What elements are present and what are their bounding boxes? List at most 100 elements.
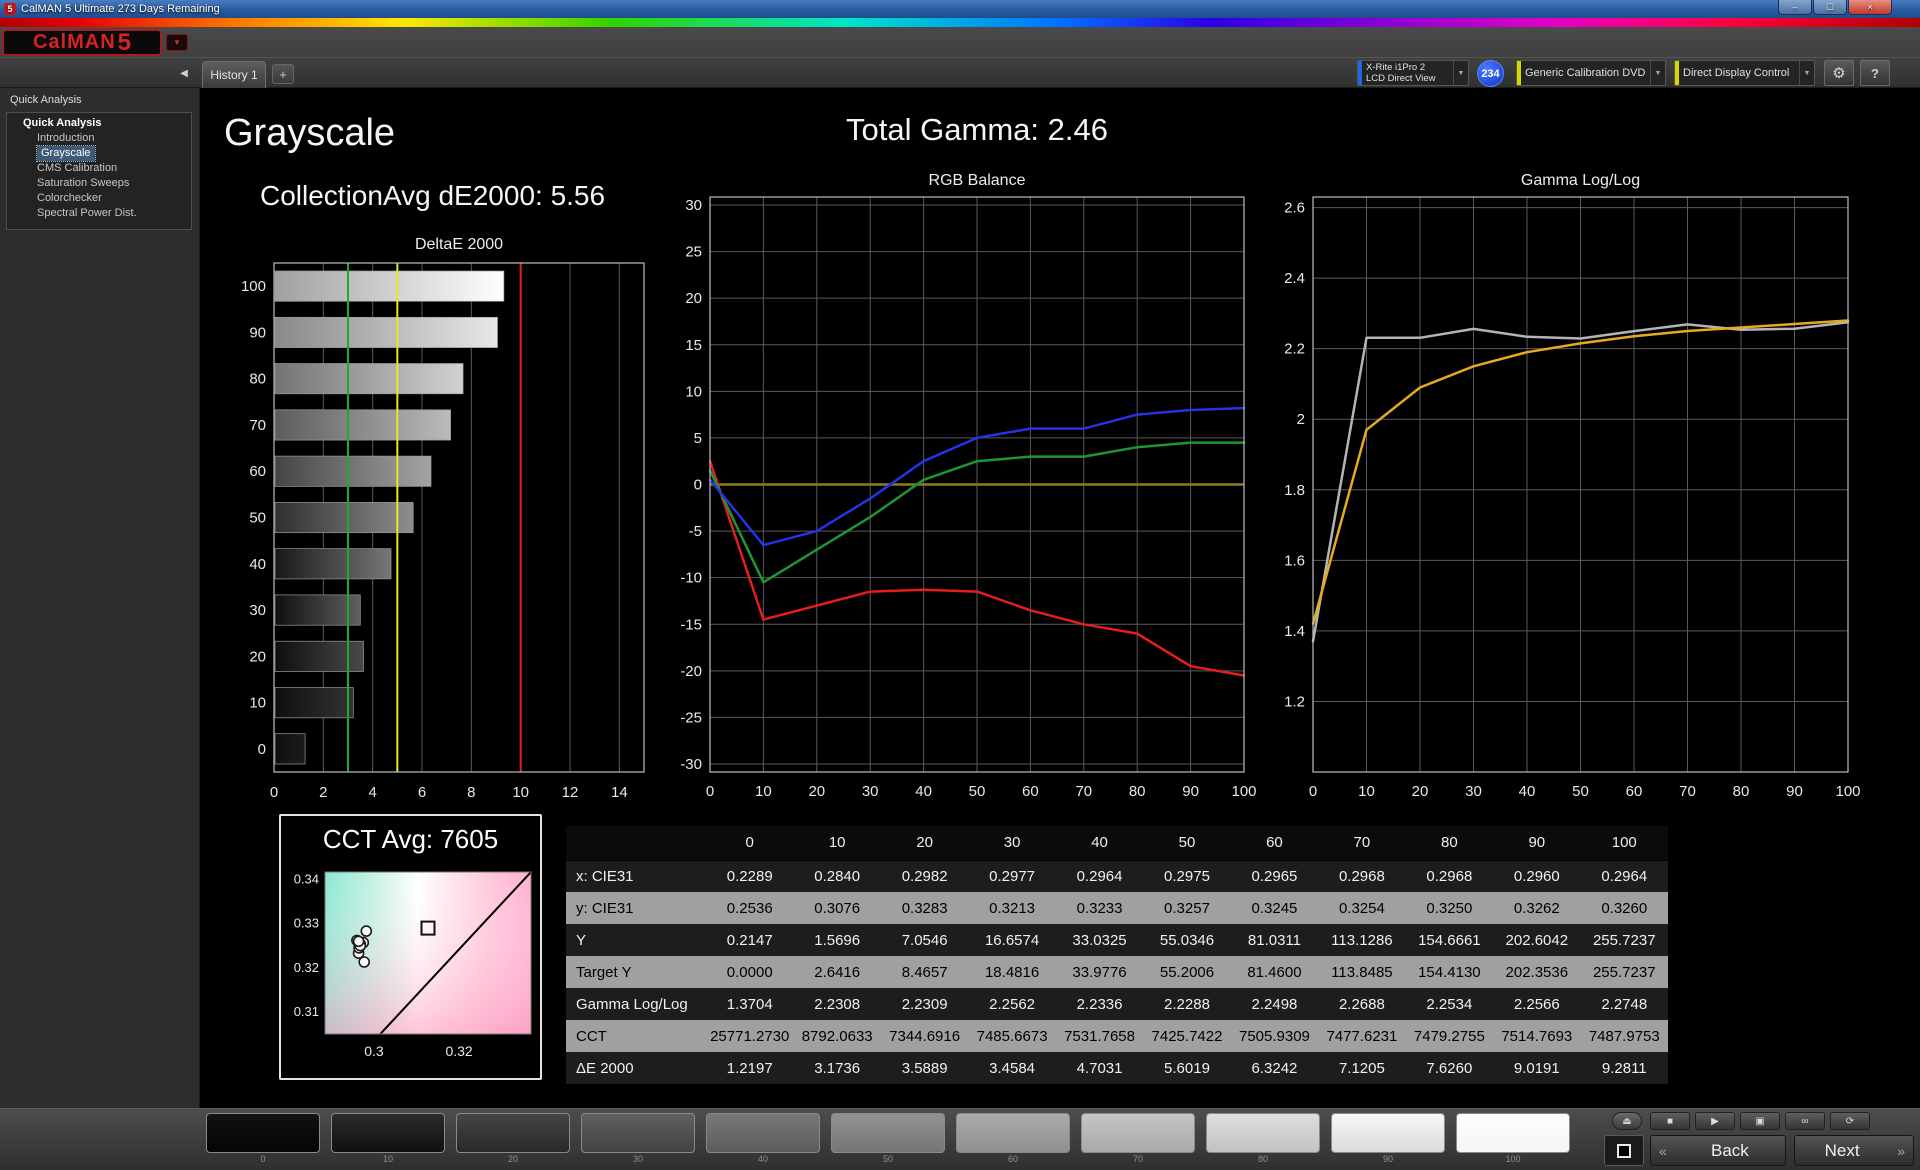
swatch-100[interactable] [1456, 1113, 1570, 1153]
meter-dropdown[interactable]: X-Rite i1Pro 2 LCD Direct View ▼ [1357, 60, 1469, 86]
table-column-header [566, 826, 706, 860]
row-label: x: CIE31 [566, 860, 706, 892]
source-label: Generic Calibration DVD [1525, 68, 1646, 79]
table-cell: 4.7031 [1056, 1052, 1143, 1084]
table-cell: 2.2566 [1493, 988, 1580, 1020]
swatch-label: 40 [706, 1154, 820, 1164]
swatch-40[interactable] [706, 1113, 820, 1153]
source-dropdown[interactable]: Generic Calibration DVD ▼ [1516, 60, 1666, 86]
tree-item-cms-calibration[interactable]: CMS Calibration [37, 161, 191, 176]
svg-text:1.6: 1.6 [1284, 552, 1305, 569]
loop-button[interactable]: ∞ [1785, 1112, 1825, 1130]
settings-button[interactable]: ⚙ [1824, 60, 1854, 86]
table-cell: 33.9776 [1056, 956, 1143, 988]
row-label: ΔE 2000 [566, 1052, 706, 1084]
meter-line2: LCD Direct View [1366, 73, 1449, 84]
swatch-20[interactable] [456, 1113, 570, 1153]
table-cell: 0.2964 [1581, 860, 1668, 892]
swatch-slot: 90 [1331, 1113, 1445, 1164]
swatch-slot: 50 [831, 1113, 945, 1164]
svg-text:2.6: 2.6 [1284, 200, 1305, 217]
table-cell: 0.3260 [1581, 892, 1668, 924]
table-row: Y0.21471.56967.054616.657433.032555.0346… [566, 924, 1668, 956]
table-cell: 2.2308 [793, 988, 880, 1020]
tree-item-saturation-sweeps[interactable]: Saturation Sweeps [37, 176, 191, 191]
table-cell: 0.3245 [1231, 892, 1318, 924]
svg-text:80: 80 [1129, 783, 1146, 800]
new-tab-button[interactable]: + [272, 64, 294, 84]
rgb-balance-chart-title: RGB Balance [710, 172, 1244, 190]
display-control-dropdown[interactable]: Direct Display Control ▼ [1674, 60, 1815, 86]
sidebar: Quick Analysis Quick Analysis Introducti… [0, 88, 200, 1108]
eject-button[interactable]: ⏏ [1612, 1112, 1642, 1130]
bottom-bar: 0102030405060708090100 ⏏ ■ ▶ ▣ ∞ ⟳ « Bac… [0, 1108, 1920, 1170]
swatch-slot: 0 [206, 1113, 320, 1164]
refresh-icon: ⟳ [1846, 1116, 1854, 1127]
table-cell: 16.6574 [968, 924, 1055, 956]
collapse-sidebar-button[interactable]: ◀ [176, 65, 192, 81]
swatch-label: 30 [581, 1154, 695, 1164]
next-button[interactable]: Next » [1794, 1135, 1914, 1166]
swatch-50[interactable] [831, 1113, 945, 1153]
back-label: Back [1675, 1141, 1785, 1161]
table-column-header: 20 [881, 826, 968, 860]
swatch-80[interactable] [1206, 1113, 1320, 1153]
tree-item-introduction[interactable]: Introduction [37, 131, 191, 146]
swatch-slot: 80 [1206, 1113, 1320, 1164]
table-cell: 2.2498 [1231, 988, 1318, 1020]
svg-text:30: 30 [685, 197, 702, 214]
svg-text:10: 10 [755, 783, 772, 800]
swatch-60[interactable] [956, 1113, 1070, 1153]
refresh-button[interactable]: ⟳ [1830, 1112, 1870, 1130]
tree-item-colorchecker[interactable]: Colorchecker [37, 191, 191, 206]
swatch-70[interactable] [1081, 1113, 1195, 1153]
application-window: 5 CalMAN 5 Ultimate 273 Days Remaining –… [0, 0, 1920, 1170]
tree-item-spectral-power-dist-[interactable]: Spectral Power Dist. [37, 206, 191, 221]
tree-root[interactable]: Quick Analysis [7, 116, 191, 131]
pattern-window-button[interactable] [1604, 1135, 1644, 1166]
svg-text:90: 90 [249, 324, 266, 341]
table-cell: 0.2965 [1231, 860, 1318, 892]
logo-text: CalMAN [33, 31, 116, 54]
table-cell: 0.2147 [706, 924, 793, 956]
swatch-90[interactable] [1331, 1113, 1445, 1153]
table-cell: 2.2336 [1056, 988, 1143, 1020]
back-button[interactable]: « Back [1650, 1135, 1786, 1166]
svg-text:0.32: 0.32 [445, 1043, 472, 1059]
svg-text:20: 20 [1412, 783, 1429, 800]
pattern-button[interactable]: ▣ [1740, 1112, 1780, 1130]
meter-status-badge[interactable]: 234 [1477, 60, 1504, 87]
table-cell: 255.7237 [1581, 924, 1668, 956]
close-button[interactable]: × [1848, 0, 1892, 15]
table-row: CCT25771.27308792.06337344.69167485.6673… [566, 1020, 1668, 1052]
swatch-10[interactable] [331, 1113, 445, 1153]
table-cell: 0.2536 [706, 892, 793, 924]
maximize-button[interactable]: ☐ [1813, 0, 1847, 15]
total-gamma-label: Total Gamma: 2.46 [660, 112, 1294, 148]
minimize-button[interactable]: – [1778, 0, 1812, 15]
svg-text:-5: -5 [689, 523, 702, 540]
table-cell: 7487.9753 [1581, 1020, 1668, 1052]
table-cell: 7505.9309 [1231, 1020, 1318, 1052]
deltae-chart: DeltaE 2000 1009080706050403020100024681… [234, 236, 654, 811]
play-button[interactable]: ▶ [1695, 1112, 1735, 1130]
tree-item-grayscale[interactable]: Grayscale [37, 146, 95, 161]
cct-box: CCT Avg: 7605 0.310.320.330.340.30.32 [279, 814, 542, 1080]
swatch-0[interactable] [206, 1113, 320, 1153]
table-cell: 3.1736 [793, 1052, 880, 1084]
table-cell: 2.2534 [1406, 988, 1493, 1020]
help-button[interactable]: ? [1860, 60, 1890, 86]
table-cell: 0.2960 [1493, 860, 1580, 892]
table-cell: 255.7237 [1581, 956, 1668, 988]
logo-menu-button[interactable]: ▼ [166, 34, 188, 51]
svg-text:0.3: 0.3 [364, 1043, 384, 1059]
svg-text:50: 50 [249, 510, 266, 527]
stop-button[interactable]: ■ [1650, 1112, 1690, 1130]
header-toolbar: CalMAN5 ▼ ◀ History 1 + X-Rite i1Pro 2 L… [0, 27, 1920, 88]
tab-history[interactable]: History 1 [202, 61, 266, 88]
table-cell: 8.4657 [881, 956, 968, 988]
swatch-slot: 70 [1081, 1113, 1195, 1164]
svg-text:14: 14 [611, 784, 628, 801]
svg-text:90: 90 [1786, 783, 1803, 800]
swatch-30[interactable] [581, 1113, 695, 1153]
